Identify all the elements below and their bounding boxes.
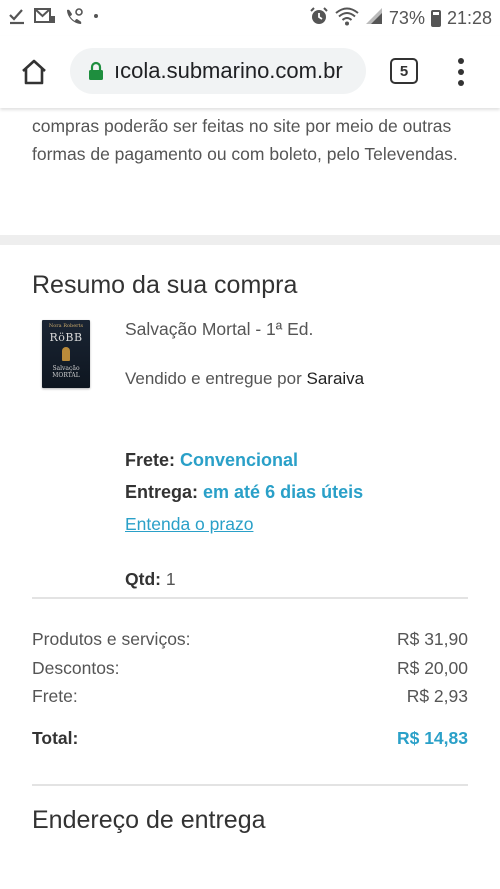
home-button[interactable] [10,48,58,96]
seller-info: Vendido e entregue por Saraiva [125,369,364,389]
url-text: ıcola.submarino.com.br [114,58,343,83]
seller-prefix: Vendido e entregue por [125,369,302,388]
battery-icon [430,9,441,27]
signal-icon [365,7,383,30]
chalice-icon [62,347,70,361]
more-menu-button[interactable] [446,54,476,90]
menu-dot-icon [458,69,464,75]
voicemail-icon [64,7,84,30]
total-row: Total: R$ 14,83 [32,724,468,764]
totals-row-label: Descontos: [32,657,120,678]
dot-icon [92,7,100,30]
entrega-value: em até 6 dias úteis [203,482,364,502]
totals-separator [32,783,468,786]
book-cover-title: Salvação MORTAL [52,365,80,379]
frete-label: Frete: [125,450,176,470]
entrega-label: Entrega: [125,482,199,502]
address-bar[interactable]: ıcola.submarino.com.br [70,48,366,94]
totals-row: Frete: R$ 2,93 [32,682,468,711]
quantity: Qtd: 1 [125,569,176,590]
order-summary: Resumo da sua compra Nora Roberts RöBB S… [0,271,500,597]
status-left [8,7,100,30]
qtd-label: Qtd: [125,569,161,589]
frete-value: Convencional [180,450,299,470]
shipping-method: Frete: Convencional [125,450,298,471]
tab-count: 5 [399,62,409,80]
totals-row: Descontos: R$ 20,00 [32,654,468,683]
totals-row-label: Produtos e serviços: [32,629,191,649]
download-done-icon [8,7,26,30]
section-divider [0,235,500,245]
total-label: Total: [32,727,79,748]
totals-row-label: Frete: [32,686,78,706]
totals-row: Produtos e serviços: R$ 31,90 [32,625,468,654]
totals-row-value: R$ 2,93 [406,686,468,706]
message-icon [34,7,56,30]
understand-deadline-link[interactable]: Entenda o prazo [125,514,253,535]
qtd-value: 1 [165,569,176,589]
status-bar: 73% 21:28 [0,0,500,36]
book-pen-name: RöBB [49,331,83,344]
status-right: 73% 21:28 [309,6,492,31]
product-item: Nora Roberts RöBB Salvação MORTAL Salvaç… [32,307,468,597]
battery-percent: 73% [388,7,425,28]
order-totals: Produtos e serviços: R$ 31,90 Descontos:… [0,599,500,764]
wifi-icon [335,6,359,31]
payment-notice: compras poderão ser feitas no site por m… [32,116,458,164]
clock: 21:28 [446,7,492,28]
page-content: compras poderão ser feitas no site por m… [0,108,500,835]
total-value: R$ 14,83 [396,727,468,748]
product-name[interactable]: Salvação Mortal - 1ª Ed. [125,319,313,340]
alarm-icon [309,6,329,31]
seller-name: Saraiva [306,369,365,388]
summary-title: Resumo da sua compra [32,271,298,299]
totals-row-value: R$ 31,90 [396,629,468,649]
menu-dot-icon [458,58,464,64]
product-image[interactable]: Nora Roberts RöBB Salvação MORTAL [42,320,90,388]
menu-dot-icon [458,80,464,86]
delivery-time: Entrega: em até 6 dias úteis [125,482,363,503]
lock-icon [89,61,103,80]
browser-toolbar: ıcola.submarino.com.br 5 [0,36,500,108]
totals-row-value: R$ 20,00 [396,657,468,678]
book-author: Nora Roberts [48,323,84,329]
home-icon [22,59,46,85]
tab-switcher-button[interactable]: 5 [390,58,418,84]
address-title: Endereço de entrega [32,805,266,834]
